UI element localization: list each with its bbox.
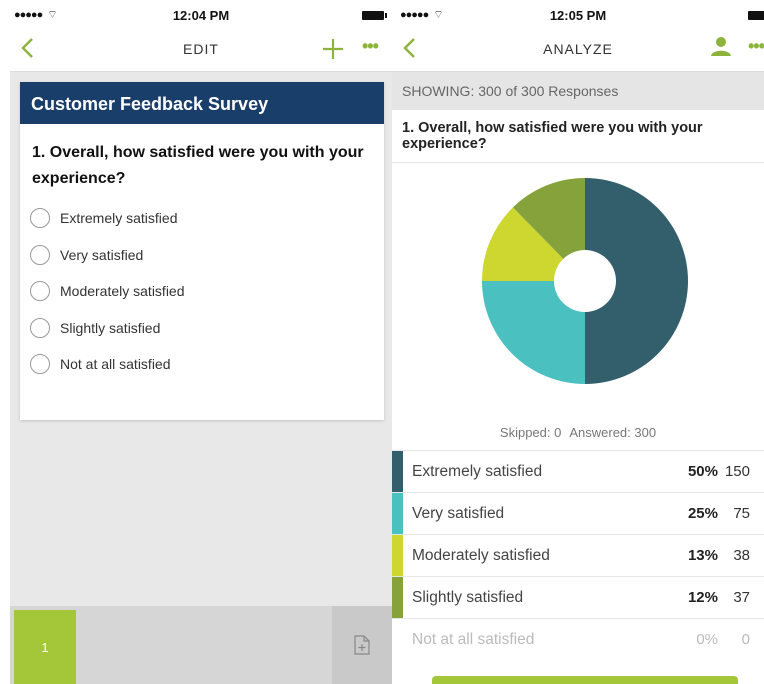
question-text: 1. Overall, how satisfied were you with … — [402, 120, 703, 152]
battery-icon — [748, 11, 764, 20]
radio-button[interactable] — [30, 317, 50, 338]
legend-swatch — [392, 535, 403, 577]
answered-count: Answered: 300 — [569, 425, 657, 440]
result-percent: 50% — [687, 463, 718, 480]
page-bar: 1 — [10, 606, 392, 684]
plus-icon[interactable] — [322, 30, 344, 66]
radio-button[interactable] — [30, 354, 50, 375]
result-row[interactable]: Slightly satisfied 12% 37 — [392, 576, 764, 619]
pie-chart — [482, 178, 688, 384]
action-button[interactable] — [432, 676, 738, 684]
result-label: Slightly satisfied — [412, 588, 524, 606]
survey-title: Customer Feedback Survey — [20, 82, 384, 124]
option-label: Moderately satisfied — [60, 283, 185, 300]
result-percent: 0% — [696, 631, 718, 648]
divider — [392, 162, 764, 163]
result-count: 75 — [733, 505, 750, 522]
response-count-bar[interactable]: SHOWING: 300 of 300 Responses — [392, 72, 764, 110]
result-row[interactable]: Not at all satisfied 0% 0 — [392, 618, 764, 660]
status-time: 12:05 PM — [549, 8, 607, 23]
option-not-at-all-satisfied[interactable]: Not at all satisfied — [30, 346, 374, 383]
result-label: Very satisfied — [412, 504, 505, 522]
result-count: 38 — [733, 547, 750, 564]
result-percent: 13% — [687, 547, 718, 564]
status-time: 12:04 PM — [172, 8, 230, 23]
battery-icon — [362, 11, 387, 20]
option-label: Extremely satisfied — [60, 210, 178, 227]
legend-swatch — [392, 577, 403, 619]
option-label: Not at all satisfied — [60, 356, 171, 373]
response-summary: Skipped: 0 Answered: 300 — [392, 425, 764, 440]
user-icon[interactable] — [710, 36, 732, 61]
analyze-screen: ●●●●● ⌔ 12:05 PM ANALYZE ••• SHOWING: 300… — [392, 0, 764, 684]
result-percent: 25% — [687, 505, 718, 522]
answer-options: Extremely satisfied Very satisfied Moder… — [20, 192, 384, 383]
results-table: Extremely satisfied 50% 150 Very satisfi… — [392, 450, 764, 660]
radio-button[interactable] — [30, 208, 50, 229]
status-bar: ●●●●● ⌔ 12:05 PM — [392, 0, 764, 28]
result-row[interactable]: Extremely satisfied 50% 150 — [392, 450, 764, 493]
option-moderately-satisfied[interactable]: Moderately satisfied — [30, 273, 374, 310]
edit-screen: ●●●●● ⌔ 12:04 PM EDIT ••• Customer Feedba… — [10, 0, 392, 684]
more-dots-icon[interactable]: ••• — [362, 36, 379, 57]
pie-chart-svg — [482, 178, 688, 384]
add-page-button[interactable] — [332, 606, 392, 684]
nav-bar: EDIT ••• — [10, 28, 392, 72]
option-label: Very satisfied — [60, 246, 144, 263]
more-dots-icon[interactable]: ••• — [748, 36, 764, 57]
result-row[interactable]: Very satisfied 25% 75 — [392, 492, 764, 535]
result-count: 0 — [741, 631, 750, 648]
result-label: Extremely satisfied — [412, 462, 543, 480]
option-very-satisfied[interactable]: Very satisfied — [30, 237, 374, 274]
radio-button[interactable] — [30, 281, 50, 302]
add-page-icon — [354, 635, 370, 655]
result-count: 37 — [733, 589, 750, 606]
option-extremely-satisfied[interactable]: Extremely satisfied — [30, 200, 374, 237]
skipped-count: Skipped: 0 — [499, 425, 562, 440]
survey-card: Customer Feedback Survey 1. Overall, how… — [20, 82, 384, 420]
option-label: Slightly satisfied — [60, 319, 161, 336]
legend-swatch — [392, 451, 403, 493]
option-slightly-satisfied[interactable]: Slightly satisfied — [30, 310, 374, 347]
page-tab-1[interactable]: 1 — [14, 610, 76, 684]
status-bar: ●●●●● ⌔ 12:04 PM — [10, 0, 392, 28]
result-label: Not at all satisfied — [412, 630, 535, 648]
donut-hole — [554, 250, 616, 312]
result-row[interactable]: Moderately satisfied 13% 38 — [392, 534, 764, 577]
nav-bar: ANALYZE ••• — [392, 28, 764, 72]
result-label: Moderately satisfied — [412, 546, 550, 564]
page-title: ANALYZE — [543, 41, 613, 57]
result-percent: 12% — [687, 589, 718, 606]
legend-swatch — [392, 493, 403, 535]
result-count: 150 — [724, 463, 750, 480]
radio-button[interactable] — [30, 244, 50, 265]
question-text: 1. Overall, how satisfied were you with … — [32, 144, 364, 187]
